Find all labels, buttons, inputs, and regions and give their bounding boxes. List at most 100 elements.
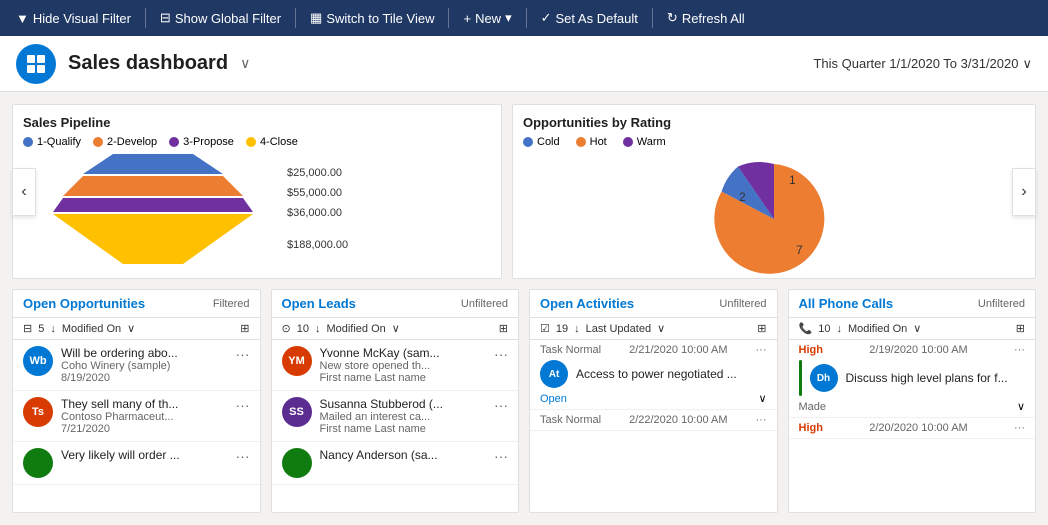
more-options-button[interactable]: ··· xyxy=(236,397,250,413)
more-options-button[interactable]: ··· xyxy=(236,346,250,362)
switch-tile-view-button[interactable]: ▦ Switch to Tile View xyxy=(302,6,442,30)
charts-section: ‹ Sales Pipeline 1-Qualify 2-Develop xyxy=(12,104,1036,279)
sort-icon: ↓ xyxy=(50,323,56,335)
open-opportunities-controls: ⊟ 5 ↓ Modified On ∨ ⊞ xyxy=(13,318,260,340)
open-leads-badge: Unfiltered xyxy=(461,298,508,310)
plus-icon: + xyxy=(463,11,471,26)
table-icon: ⊟ xyxy=(23,322,32,335)
open-opportunities-header: Open Opportunities Filtered xyxy=(13,290,260,318)
list-item: Very likely will order ... ··· xyxy=(13,442,260,485)
sort-chevron-icon[interactable]: ∨ xyxy=(913,322,921,335)
avatar: SS xyxy=(282,397,312,427)
legend-cold: Cold xyxy=(523,136,560,148)
sort-chevron-icon[interactable]: ∨ xyxy=(392,322,400,335)
date-range-selector[interactable]: This Quarter 1/1/2020 To 3/31/2020 ∨ xyxy=(813,56,1032,72)
list-item: Ts They sell many of th... Contoso Pharm… xyxy=(13,391,260,442)
more-options-button[interactable]: ··· xyxy=(756,344,767,356)
separator xyxy=(145,8,146,28)
open-leads-title: Open Leads xyxy=(282,296,356,311)
hide-visual-filter-button[interactable]: ▼ Hide Visual Filter xyxy=(8,7,139,30)
more-options-button[interactable]: ··· xyxy=(494,448,508,464)
legend-qualify: 1-Qualify xyxy=(23,136,81,148)
activity-item: Task Normal 2/21/2020 10:00 AM ··· At Ac… xyxy=(530,340,777,410)
legend-develop: 2-Develop xyxy=(93,136,157,148)
more-options-button[interactable]: ··· xyxy=(236,448,250,464)
avatar: Dh xyxy=(810,364,838,392)
open-activities-controls: ☑ 19 ↓ Last Updated ∨ ⊞ xyxy=(530,318,777,340)
open-activities-badge: Unfiltered xyxy=(719,298,766,310)
open-leads-header: Open Leads Unfiltered xyxy=(272,290,519,318)
list-item-content: Very likely will order ... xyxy=(61,448,228,462)
list-item-content: Nancy Anderson (sa... xyxy=(320,448,487,462)
avatar: Wb xyxy=(23,346,53,376)
open-activities-title: Open Activities xyxy=(540,296,634,311)
more-options-button[interactable]: ··· xyxy=(756,414,767,426)
separator-2 xyxy=(295,8,296,28)
svg-text:1: 1 xyxy=(789,173,796,187)
open-opportunities-title: Open Opportunities xyxy=(23,296,145,311)
list-item: Nancy Anderson (sa... ··· xyxy=(272,442,519,485)
phone-call-title: Discuss high level plans for f... xyxy=(846,371,1008,385)
open-activities-list: Task Normal 2/21/2020 10:00 AM ··· At Ac… xyxy=(530,340,777,431)
new-button[interactable]: + New ▾ xyxy=(455,6,519,30)
list-item: SS Susanna Stubberod (... Mailed an inte… xyxy=(272,391,519,442)
list-item-content: Will be ordering abo... Coho Winery (sam… xyxy=(61,346,228,384)
list-item: YM Yvonne McKay (sam... New store opened… xyxy=(272,340,519,391)
show-global-filter-button[interactable]: ⊟ Show Global Filter xyxy=(152,6,289,30)
funnel-label-2: $36,000.00 xyxy=(287,207,348,219)
legend-propose: 3-Propose xyxy=(169,136,234,148)
sort-chevron-icon[interactable]: ∨ xyxy=(127,322,135,335)
activity-icon: ☑ xyxy=(540,322,550,335)
funnel-svg xyxy=(23,154,283,264)
more-options-button[interactable]: ··· xyxy=(494,346,508,362)
filter-controls-icon[interactable]: ⊞ xyxy=(499,322,508,335)
priority-bar xyxy=(799,360,802,396)
phone-top-2: High 2/20/2020 10:00 AM ··· xyxy=(799,422,1026,434)
refresh-icon: ↻ xyxy=(667,10,678,26)
phone-status-row: Made ∨ xyxy=(799,400,1026,413)
refresh-all-button[interactable]: ↻ Refresh All xyxy=(659,6,753,30)
rating-legend: Cold Hot Warm xyxy=(523,136,1025,148)
tile-view-icon: ▦ xyxy=(310,10,322,26)
more-options-button[interactable]: ··· xyxy=(1014,422,1025,434)
list-item-content: Susanna Stubberod (... Mailed an interes… xyxy=(320,397,487,435)
page-title: Sales dashboard xyxy=(68,52,228,75)
phone-call-item: High 2/20/2020 10:00 AM ··· xyxy=(789,418,1036,439)
activity-item: Task Normal 2/22/2020 10:00 AM ··· xyxy=(530,410,777,431)
expand-icon[interactable]: ∨ xyxy=(1017,400,1025,413)
all-phone-calls-title: All Phone Calls xyxy=(799,296,894,311)
nav-left-arrow[interactable]: ‹ xyxy=(12,168,36,216)
phone-call-item: High 2/19/2020 10:00 AM ··· Dh Discuss h… xyxy=(789,340,1036,418)
pipeline-chart-title: Sales Pipeline xyxy=(23,115,491,130)
toolbar: ▼ Hide Visual Filter ⊟ Show Global Filte… xyxy=(0,0,1048,36)
avatar: At xyxy=(540,360,568,388)
activity-main: At Access to power negotiated ... xyxy=(540,356,767,392)
list-item: Wb Will be ordering abo... Coho Winery (… xyxy=(13,340,260,391)
phone-main: Dh Discuss high level plans for f... xyxy=(799,356,1026,400)
page-header: Sales dashboard ∨ This Quarter 1/1/2020 … xyxy=(0,36,1048,92)
nav-right-arrow[interactable]: › xyxy=(1012,168,1036,216)
list-item-content: They sell many of th... Contoso Pharmace… xyxy=(61,397,228,435)
list-cards-row: Open Opportunities Filtered ⊟ 5 ↓ Modifi… xyxy=(12,289,1036,513)
more-options-button[interactable]: ··· xyxy=(494,397,508,413)
expand-icon[interactable]: ∨ xyxy=(758,392,766,405)
open-opportunities-list: Wb Will be ordering abo... Coho Winery (… xyxy=(13,340,260,485)
filter-controls-icon[interactable]: ⊞ xyxy=(757,322,766,335)
open-activities-header: Open Activities Unfiltered xyxy=(530,290,777,318)
pipeline-legend: 1-Qualify 2-Develop 3-Propose 4-Close xyxy=(23,136,491,148)
more-options-button[interactable]: ··· xyxy=(1014,344,1025,356)
header-left: Sales dashboard ∨ xyxy=(16,44,250,84)
filter-controls-icon[interactable]: ⊞ xyxy=(240,322,249,335)
main-content: ‹ Sales Pipeline 1-Qualify 2-Develop xyxy=(0,92,1048,525)
sort-icon: ↓ xyxy=(315,323,321,335)
charts-row: Sales Pipeline 1-Qualify 2-Develop 3-Pro… xyxy=(12,104,1036,279)
title-chevron-icon[interactable]: ∨ xyxy=(240,55,250,72)
open-leads-controls: ⊙ 10 ↓ Modified On ∨ ⊞ xyxy=(272,318,519,340)
avatar xyxy=(23,448,53,478)
filter-controls-icon[interactable]: ⊞ xyxy=(1016,322,1025,335)
funnel-labels: $25,000.00 $55,000.00 $36,000.00 $188,00… xyxy=(287,167,348,251)
funnel-container: $25,000.00 $55,000.00 $36,000.00 $188,00… xyxy=(23,154,491,264)
activity-row: Task Normal 2/21/2020 10:00 AM ··· xyxy=(540,344,767,356)
set-default-button[interactable]: ✓ Set As Default xyxy=(533,6,646,30)
sort-chevron-icon[interactable]: ∨ xyxy=(657,322,665,335)
